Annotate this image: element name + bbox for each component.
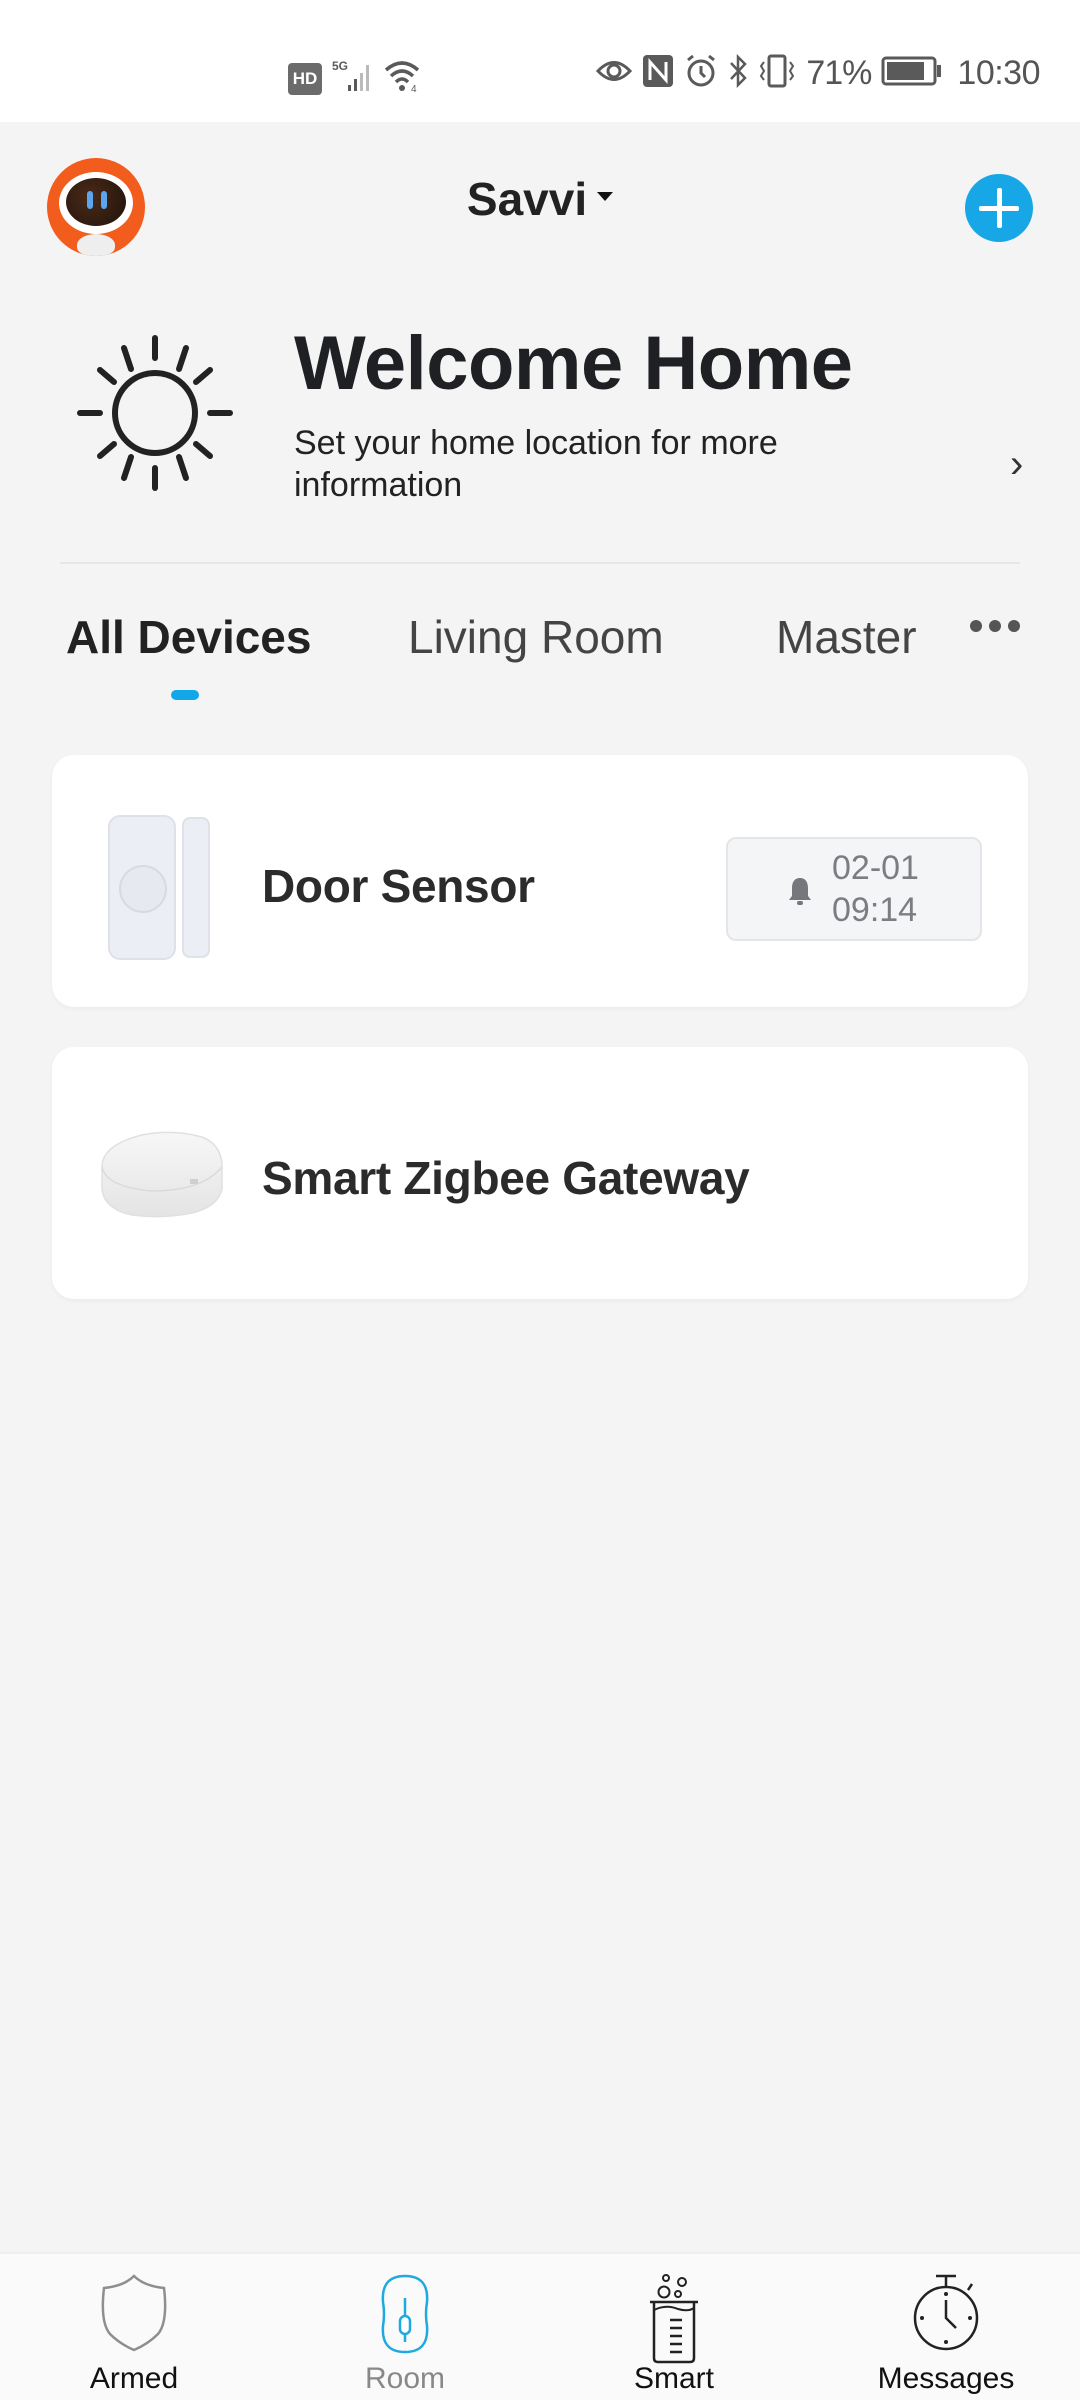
room-tabs: All Devices Living Room Master xyxy=(0,610,1080,710)
status-left: HD 5G 4 xyxy=(288,58,426,99)
active-tab-indicator xyxy=(171,690,199,700)
nav-smart[interactable]: Smart xyxy=(574,2254,774,2400)
svg-text:4: 4 xyxy=(411,84,417,94)
chevron-right-icon[interactable]: › xyxy=(1010,442,1023,487)
tab-all-devices[interactable]: All Devices xyxy=(66,610,311,664)
nav-room[interactable]: Room xyxy=(305,2254,505,2400)
welcome-banner[interactable]: Welcome Home Set your home location for … xyxy=(0,320,1080,520)
welcome-title: Welcome Home xyxy=(294,321,853,406)
hd-icon: HD xyxy=(288,62,322,95)
vibrate-icon xyxy=(758,54,796,93)
eye-icon xyxy=(596,56,633,91)
shield-icon xyxy=(101,2274,167,2352)
device-card-door-sensor[interactable]: Door Sensor 02-01 09:14 xyxy=(52,755,1028,1007)
tab-master[interactable]: Master xyxy=(776,610,917,664)
zigbee-gateway-image xyxy=(101,1131,223,1218)
alarm-icon xyxy=(684,54,718,93)
home-selector[interactable]: Savvi xyxy=(0,172,1080,226)
add-device-button[interactable] xyxy=(965,174,1033,242)
tab-living-room[interactable]: Living Room xyxy=(408,610,664,664)
bell-icon xyxy=(789,878,811,905)
nav-label: Room xyxy=(364,2362,446,2395)
alert-time: 09:14 xyxy=(832,891,918,929)
more-tabs-icon[interactable] xyxy=(970,620,1020,632)
battery-icon xyxy=(881,56,943,91)
nfc-icon xyxy=(642,54,674,93)
home-name: Savvi xyxy=(466,173,588,225)
bluetooth-icon xyxy=(728,53,748,93)
alert-date: 02-01 xyxy=(832,849,919,887)
bottom-nav: Armed Room Smart Messages xyxy=(0,2252,1080,2400)
nav-label: Smart xyxy=(633,2362,714,2395)
divider xyxy=(60,562,1020,564)
battery-percent: 71% xyxy=(806,54,872,92)
svg-text:5G: 5G xyxy=(332,59,348,73)
sun-icon xyxy=(77,335,233,491)
room-icon xyxy=(381,2274,429,2354)
welcome-subtitle: Set your home location for more informat… xyxy=(294,424,778,504)
nav-messages[interactable]: Messages xyxy=(846,2254,1046,2400)
nav-label: Armed xyxy=(89,2362,179,2395)
device-name: Door Sensor xyxy=(262,860,535,912)
status-right: 71% 10:30 xyxy=(596,53,1040,93)
caret-down-icon xyxy=(597,192,614,202)
nav-label: Messages xyxy=(877,2362,1015,2395)
signal-5g-icon: 5G xyxy=(332,59,372,98)
status-bar: HD 5G 4 71% 10:30 xyxy=(0,0,1080,122)
clock: 10:30 xyxy=(957,54,1040,92)
beaker-icon xyxy=(650,2274,698,2364)
last-alert-badge[interactable]: 02-01 09:14 xyxy=(726,837,982,941)
nav-armed[interactable]: Armed xyxy=(34,2254,234,2400)
device-card-zigbee-gateway[interactable]: Smart Zigbee Gateway xyxy=(52,1047,1028,1299)
wifi-icon: 4 xyxy=(382,58,426,99)
stopwatch-icon xyxy=(913,2274,979,2351)
door-sensor-image xyxy=(108,815,214,960)
device-name: Smart Zigbee Gateway xyxy=(262,1152,750,1204)
